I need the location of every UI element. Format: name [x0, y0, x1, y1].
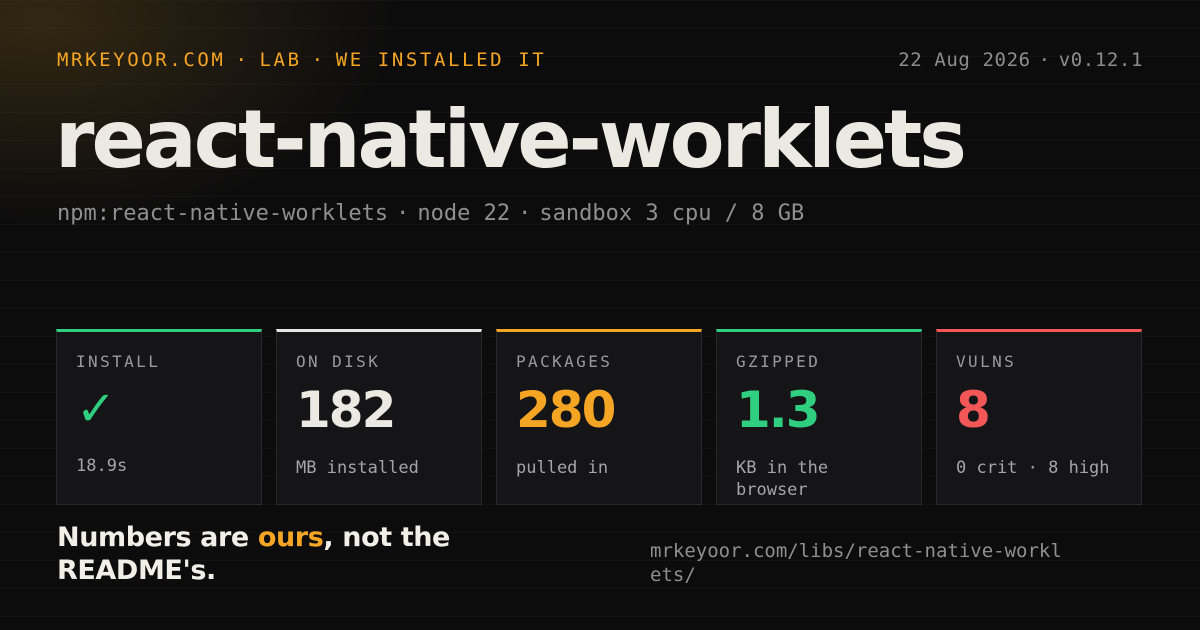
- stat-card-vulns: VULNS 8 0 crit · 8 high: [936, 329, 1142, 505]
- stat-label: VULNS: [956, 352, 1017, 371]
- stat-sub: 18.9s: [76, 456, 128, 476]
- stat-label: INSTALL: [76, 352, 161, 371]
- stat-sub: 0 crit · 8 high: [956, 458, 1110, 478]
- stat-sub: pulled in: [516, 458, 609, 478]
- stat-card-packages: PACKAGES 280 pulled in: [496, 329, 702, 505]
- kicker-separator: ·: [235, 49, 250, 71]
- tagline-accent: ours: [257, 522, 324, 553]
- stat-label: PACKAGES: [516, 352, 613, 371]
- stat-sub: MB installed: [296, 458, 419, 478]
- sandbox-spec: sandbox 3 cpu / 8 GB: [539, 201, 805, 226]
- stat-label: ON DISK: [296, 352, 381, 371]
- kicker-site: MRKEYOOR.COM: [57, 49, 226, 71]
- stat-cards: INSTALL ✓ 18.9s ON DISK 182 MB installed…: [56, 329, 1142, 505]
- stat-label: GZIPPED: [736, 352, 821, 371]
- node-version: node 22: [417, 201, 511, 226]
- tagline: Numbers are ours, not the README's.: [57, 521, 497, 587]
- stat-card-gzipped: GZIPPED 1.3 KB in the browser: [716, 329, 922, 505]
- version: v0.12.1: [1058, 49, 1143, 71]
- kicker-section: LAB: [259, 49, 302, 71]
- subtitle-separator: ·: [396, 201, 410, 226]
- date-version: 22 Aug 2026 · v0.12.1: [898, 49, 1143, 71]
- stat-value: 182: [296, 381, 396, 439]
- page-title: react-native-worklets: [55, 93, 967, 186]
- stat-value: 280: [516, 381, 616, 439]
- stat-sub: KB in the browser: [736, 458, 829, 500]
- tagline-start: Numbers are: [57, 522, 258, 553]
- meta-separator: ·: [1038, 49, 1051, 71]
- site-kicker: MRKEYOOR.COM · LAB · WE INSTALLED IT: [57, 49, 546, 71]
- environment-line: npm:react-native-worklets · node 22 · sandbo…: [57, 201, 804, 226]
- stat-card-on-disk: ON DISK 182 MB installed: [276, 329, 482, 505]
- kicker-series: WE INSTALLED IT: [335, 49, 547, 71]
- stat-value: 1.3: [736, 381, 821, 439]
- stat-card-install: INSTALL ✓ 18.9s: [56, 329, 262, 505]
- article-url[interactable]: mrkeyoor.com/libs/react-native-worklets/: [650, 539, 1070, 587]
- kicker-separator: ·: [311, 49, 326, 71]
- stat-value: 8: [956, 381, 991, 439]
- publish-date: 22 Aug 2026: [898, 49, 1031, 71]
- subtitle-separator: ·: [518, 201, 532, 226]
- npm-package: npm:react-native-worklets: [57, 201, 389, 226]
- check-icon: ✓: [76, 381, 116, 437]
